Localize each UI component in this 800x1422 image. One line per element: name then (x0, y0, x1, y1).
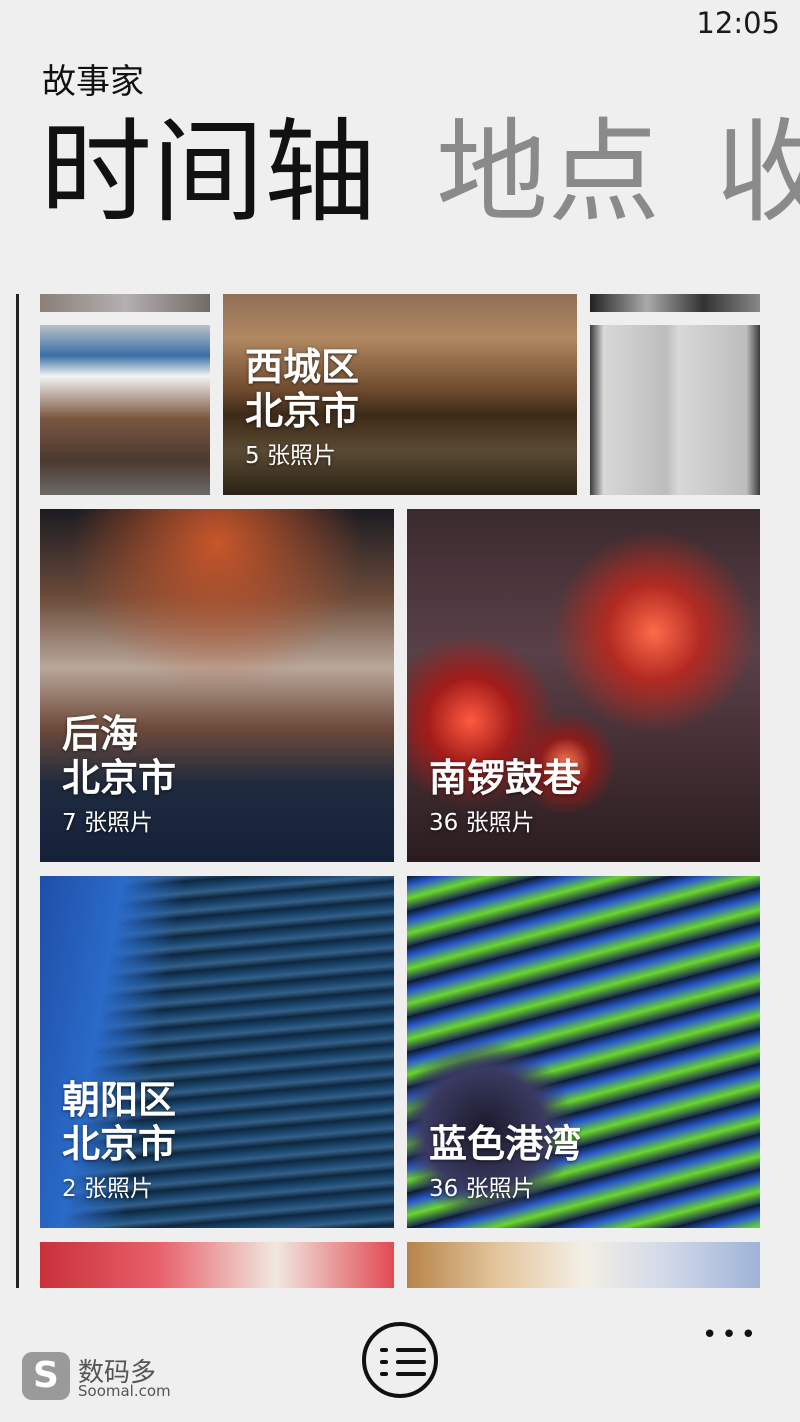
tile-caption: 南锣鼓巷 36 张照片 (429, 756, 581, 840)
photo-thumbnail (40, 294, 210, 312)
photo-thumbnail (40, 1242, 394, 1288)
tile-caption: 朝阳区 北京市 2 张照片 (62, 1078, 176, 1206)
tile-photo-count: 2 张照片 (62, 1176, 153, 1202)
street-shop-photo (40, 325, 210, 495)
speakers-photo (590, 325, 760, 495)
tile-title-line1: 蓝色港湾 (429, 1122, 582, 1166)
tile-photo-count: 7 张照片 (62, 810, 153, 836)
tile-photo-count: 5 张照片 (245, 443, 336, 469)
location-tile-chaoyang[interactable]: 朝阳区 北京市 2 张照片 (40, 876, 394, 1228)
tile-title-line2: 北京市 (245, 389, 360, 433)
tile-photo-count: 36 张照片 (429, 810, 535, 836)
tile-caption: 西城区 北京市 5 张照片 (245, 345, 359, 473)
photo-tile-partial[interactable] (590, 294, 760, 312)
more-dots-icon[interactable]: ••• (702, 1320, 760, 1350)
photo-tile-partial[interactable] (40, 294, 210, 312)
tile-title-line1: 后海 (62, 712, 139, 756)
photo-tile-shop[interactable] (40, 325, 210, 495)
location-tile-lansegangwan[interactable]: 蓝色港湾 36 张照片 (407, 876, 760, 1228)
tile-title-line1: 南锣鼓巷 (429, 756, 582, 800)
list-view-button[interactable] (362, 1322, 438, 1398)
tile-title-line2: 北京市 (62, 756, 177, 800)
tile-title-line2: 北京市 (62, 1122, 177, 1166)
tile-photo-count: 36 张照片 (429, 1176, 535, 1202)
timeline-bar (16, 294, 19, 1288)
watermark-name-en: Soomal.com (78, 1382, 171, 1400)
location-tile-xicheng[interactable]: 西城区 北京市 5 张照片 (223, 294, 577, 495)
photo-tile-partial[interactable] (40, 1242, 394, 1288)
tile-caption: 后海 北京市 7 张照片 (62, 712, 176, 840)
pivot-tab-timeline[interactable]: 时间轴 (40, 108, 376, 238)
status-time: 12:05 (696, 6, 780, 40)
pivot-tab-places[interactable]: 地点 (436, 108, 660, 238)
tile-caption: 蓝色港湾 36 张照片 (429, 1122, 581, 1206)
location-tile-houhai[interactable]: 后海 北京市 7 张照片 (40, 509, 394, 862)
photo-thumbnail (407, 1242, 760, 1288)
pivot-tab-favorites[interactable]: 收 (716, 108, 800, 238)
watermark-logo: S (22, 1352, 70, 1400)
photo-tile-partial[interactable] (407, 1242, 760, 1288)
tile-title-line1: 朝阳区 (62, 1078, 177, 1122)
photo-thumbnail (590, 294, 760, 312)
photo-tile-speakers[interactable] (590, 325, 760, 495)
location-tile-nanluoguxiang[interactable]: 南锣鼓巷 36 张照片 (407, 509, 760, 862)
tile-title-line1: 西城区 (245, 345, 360, 389)
app-title: 故事家 (42, 62, 144, 102)
